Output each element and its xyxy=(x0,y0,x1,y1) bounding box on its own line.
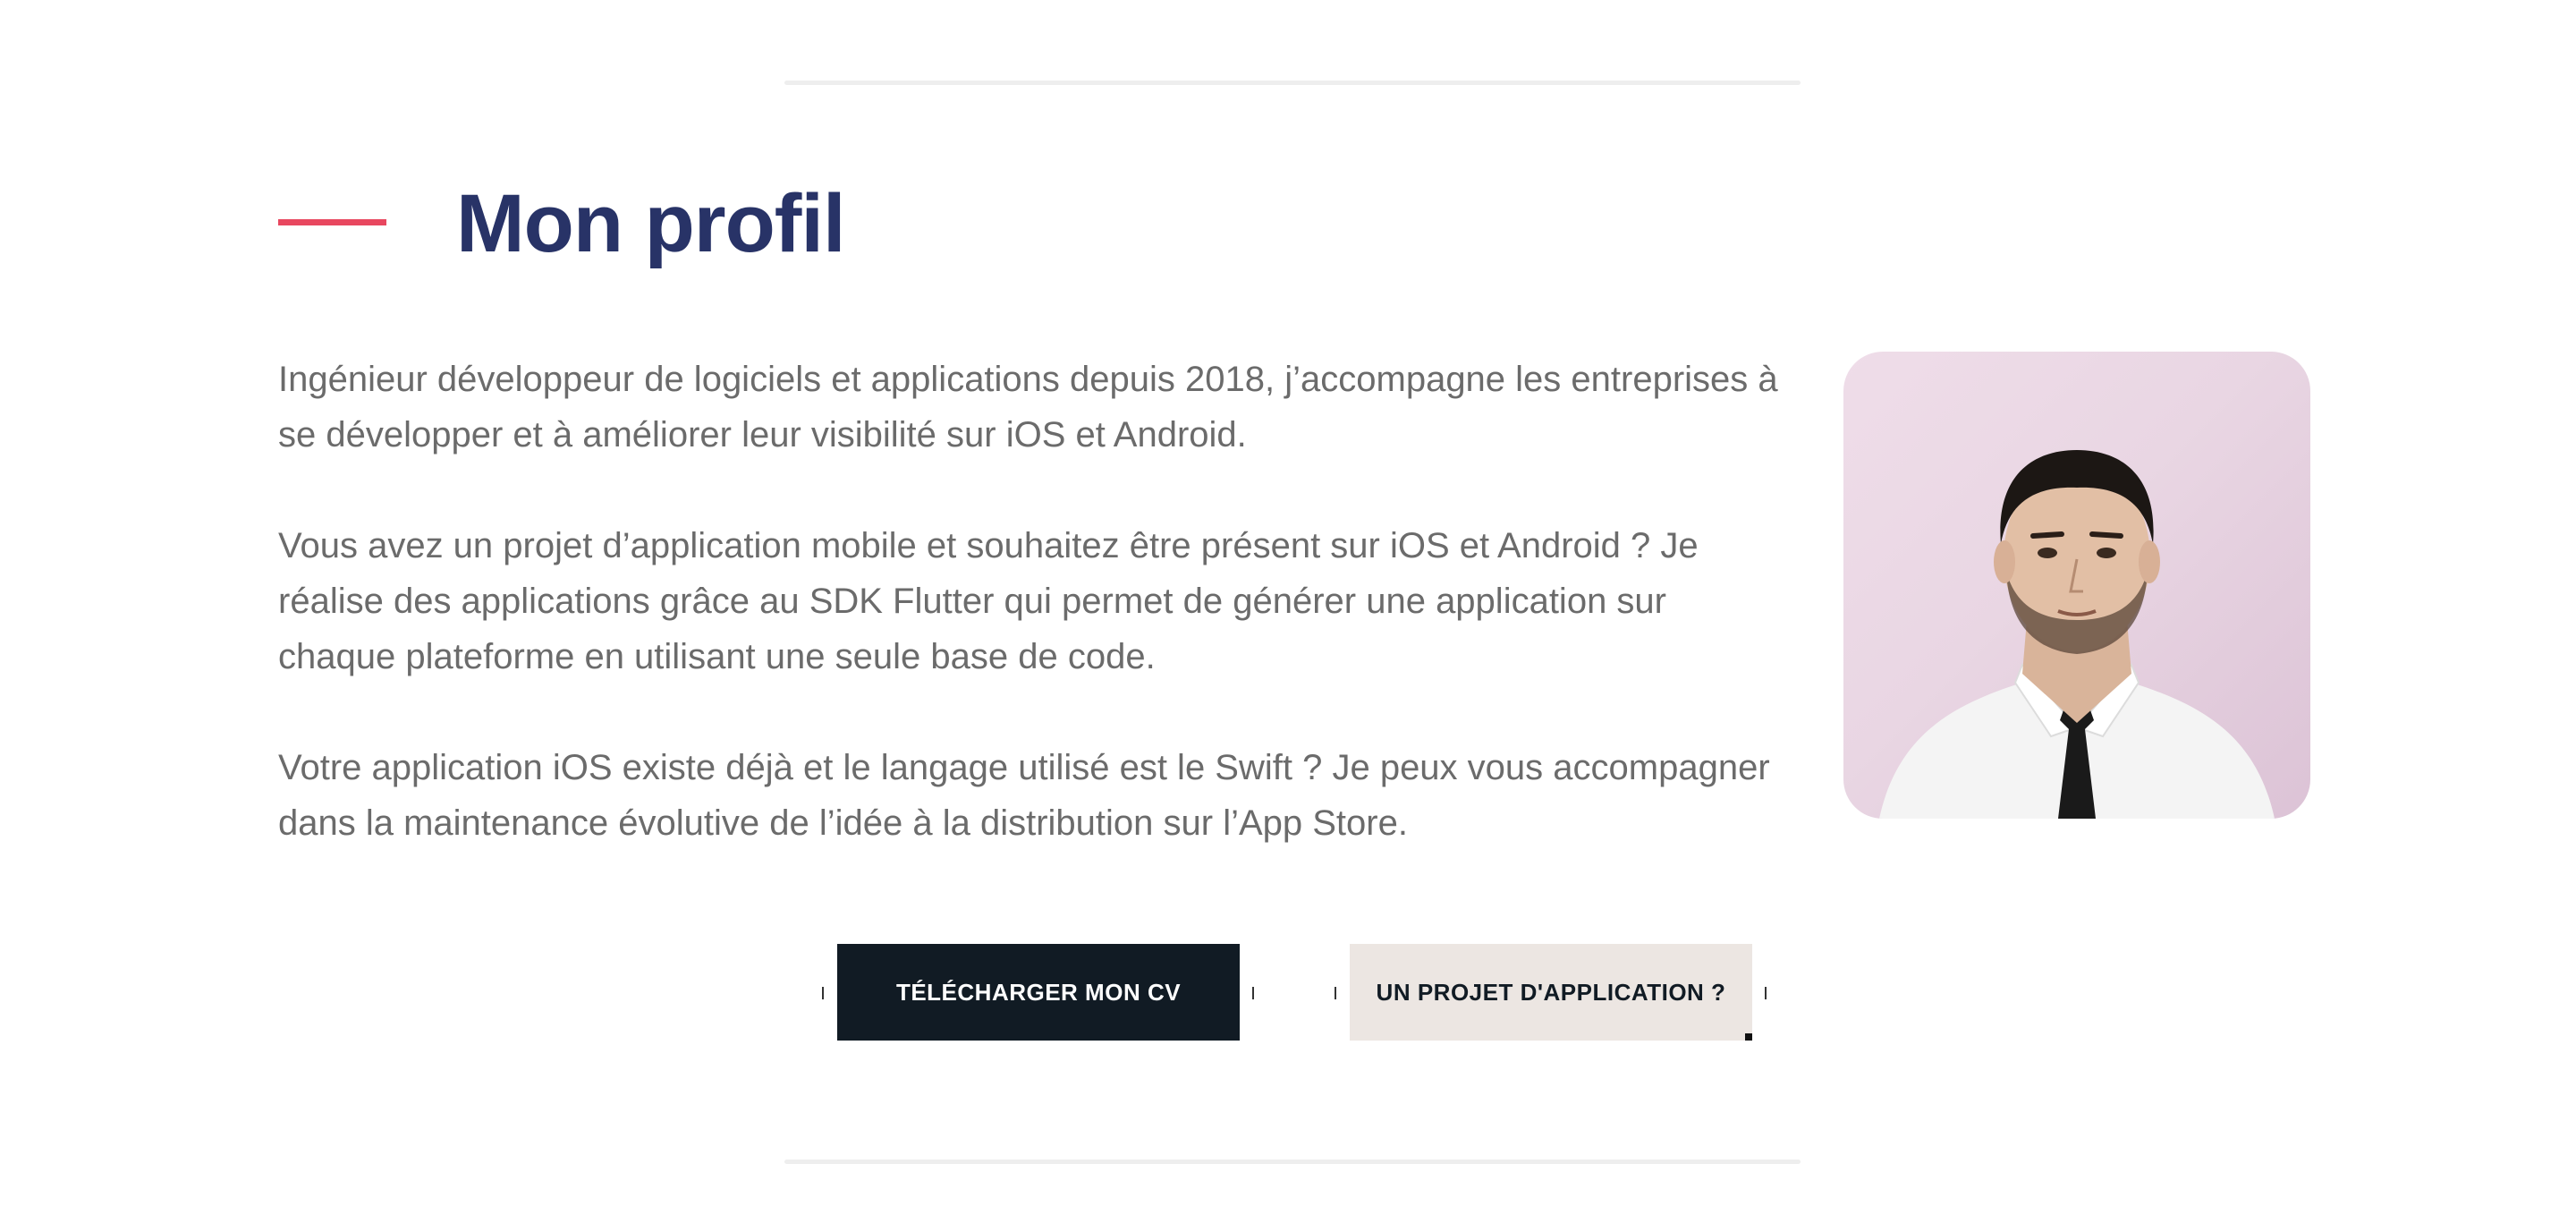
button-edge-tick xyxy=(822,987,824,999)
button-edge-tick xyxy=(1252,987,1254,999)
button-corner-marker xyxy=(1745,1033,1752,1041)
profile-photo xyxy=(1843,352,2310,819)
download-cv-button[interactable]: TÉLÉCHARGER MON CV xyxy=(837,944,1240,1041)
button-edge-tick xyxy=(1335,987,1336,999)
bottom-divider xyxy=(784,1160,1801,1164)
paragraph-swift: Votre application iOS existe déjà et le … xyxy=(278,748,1770,843)
title-accent-line xyxy=(278,219,386,225)
project-contact-button[interactable]: UN PROJET D'APPLICATION ? xyxy=(1350,944,1752,1041)
button-edge-tick xyxy=(1765,987,1767,999)
paragraph-flutter: Vous avez un projet d’application mobile… xyxy=(278,526,1699,676)
top-divider xyxy=(784,81,1801,85)
paragraph-intro: Ingénieur développeur de logiciels et ap… xyxy=(278,360,1778,455)
profile-description: Ingénieur développeur de logiciels et ap… xyxy=(278,352,1790,906)
section-title: Mon profil xyxy=(456,178,846,269)
